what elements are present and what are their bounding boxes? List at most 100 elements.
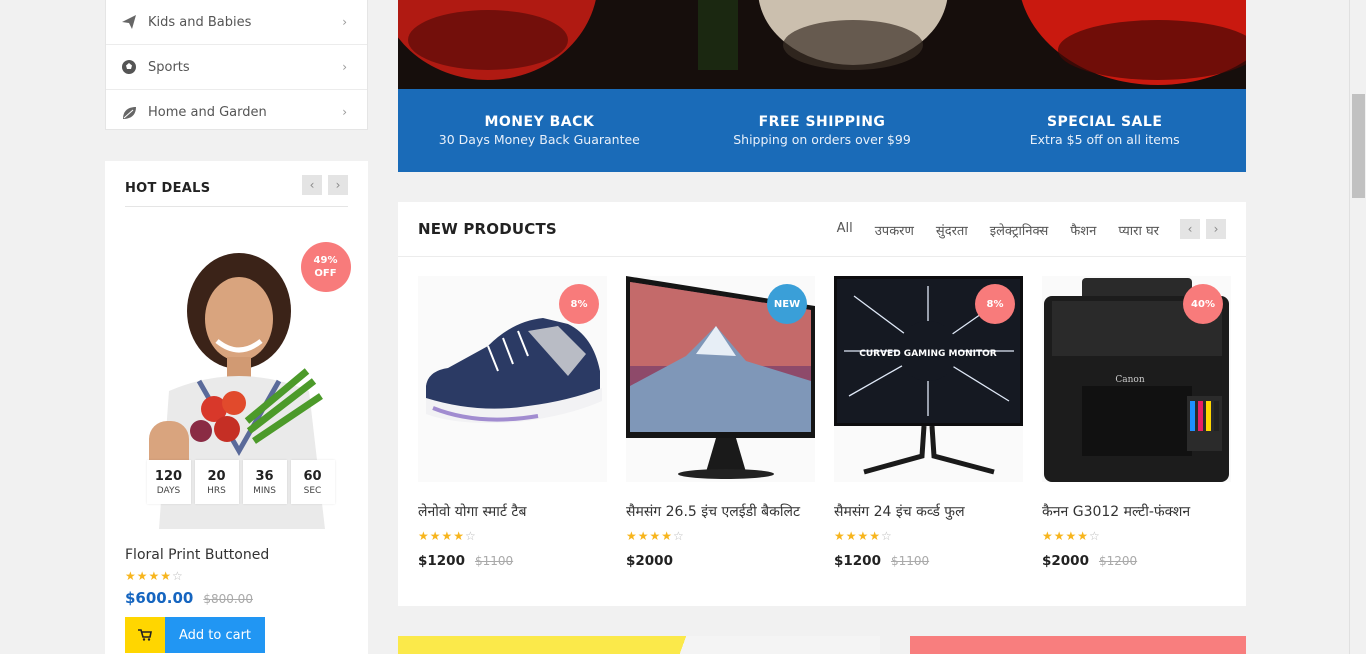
feature-special-sale: SPECIAL SALE Extra $5 off on all items <box>963 89 1246 172</box>
category-label: Kids and Babies <box>148 14 252 30</box>
soccer-ball-icon <box>120 58 138 76</box>
current-price: $600.00 <box>125 589 194 607</box>
countdown-value: 120 <box>154 468 183 484</box>
hero-banner-image[interactable] <box>398 0 1246 89</box>
category-item-sports[interactable]: Sports › <box>106 45 367 90</box>
feature-title: FREE SHIPPING <box>758 114 886 130</box>
hot-deals-nav: ‹ › <box>302 175 348 195</box>
current-price: $2000 <box>626 553 673 569</box>
next-arrow-icon[interactable]: › <box>328 175 348 195</box>
product-price: $2000 $1200 <box>1042 553 1231 569</box>
feature-title: SPECIAL SALE <box>1046 114 1163 130</box>
prev-arrow-icon[interactable]: ‹ <box>1180 219 1200 239</box>
features-bar: MONEY BACK 30 Days Money Back Guarantee … <box>398 89 1246 172</box>
next-arrow-icon[interactable]: › <box>1206 219 1226 239</box>
feature-subtitle: 30 Days Money Back Guarantee <box>438 132 640 147</box>
rating-stars: ★★★★☆ <box>125 569 184 583</box>
rating-stars: ★★★★☆ <box>834 529 893 543</box>
page-scrollbar[interactable] <box>1349 0 1366 654</box>
rating-stars: ★★★★☆ <box>626 529 685 543</box>
tab-fashion[interactable]: फैशन <box>1070 221 1096 239</box>
chevron-right-icon: › <box>342 60 347 74</box>
feature-money-back: MONEY BACK 30 Days Money Back Guarantee <box>398 89 681 172</box>
monitor-screen-text: CURVED GAMING MONITOR <box>859 349 997 359</box>
countdown-unit: SEC <box>303 485 322 496</box>
category-label: Home and Garden <box>148 105 267 120</box>
product-grid: 8% लेनोवो योगा स्मार्ट टैब ★★★★☆ $1200 $… <box>398 257 1246 569</box>
hot-deals-title: HOT DEALS <box>125 181 211 196</box>
scrollbar-thumb[interactable] <box>1352 94 1365 198</box>
product-card: NEW सैमसंग 26.5 इंच एलईडी बैकलिट ★★★★☆ $… <box>626 276 815 569</box>
chevron-right-icon: › <box>342 15 347 29</box>
prev-arrow-icon[interactable]: ‹ <box>302 175 322 195</box>
old-price: $1200 <box>1098 554 1138 568</box>
current-price: $1200 <box>834 553 881 569</box>
hot-deal-image[interactable]: 49% OFF 120 DAYS 20 HRS 36 MINS 60 SEC <box>128 231 351 529</box>
feature-free-shipping: FREE SHIPPING Shipping on orders over $9… <box>681 89 964 172</box>
promo-banner-left[interactable] <box>398 636 880 654</box>
add-to-cart-button[interactable]: Add to cart <box>165 617 265 653</box>
vegetables-image <box>398 0 1246 89</box>
countdown-minutes: 36 MINS <box>242 460 287 504</box>
product-badge: 40% <box>1183 284 1223 324</box>
countdown-value: 60 <box>303 468 322 484</box>
category-menu: Kids and Babies › Sports › Home and Gard… <box>105 0 368 130</box>
product-name[interactable]: सैमसंग 24 इंच कर्व्ड फुल <box>834 502 1023 521</box>
product-name[interactable]: लेनोवो योगा स्मार्ट टैब <box>418 502 607 521</box>
product-price: $2000 <box>626 553 815 569</box>
old-price: $1100 <box>474 554 514 568</box>
hot-deal-price: $600.00 $800.00 <box>125 589 348 607</box>
tab-electronics[interactable]: इलेक्ट्रानिक्स <box>990 221 1049 239</box>
product-image[interactable]: NEW <box>626 276 815 482</box>
feature-subtitle: Extra $5 off on all items <box>1029 132 1180 147</box>
category-label: Sports <box>148 59 190 75</box>
category-item-kids-and-babies[interactable]: Kids and Babies › <box>106 0 367 45</box>
hot-deals-header: HOT DEALS ‹ › <box>125 161 348 207</box>
product-price: $1200 $1100 <box>834 553 1023 569</box>
promo-banner-right[interactable] <box>910 636 1246 654</box>
new-products-nav: ‹ › <box>1180 219 1226 239</box>
hot-deals-panel: HOT DEALS ‹ › 49% OFF 120 DAYS 20 HRS 36… <box>105 161 368 654</box>
countdown-unit: DAYS <box>156 485 181 496</box>
tab-beauty[interactable]: सुंदरता <box>936 221 968 239</box>
countdown-seconds: 60 SEC <box>290 460 335 504</box>
product-name[interactable]: कैनन G3012 मल्टी-फंक्शन <box>1042 502 1231 521</box>
chevron-right-icon: › <box>342 105 347 119</box>
countdown-timer: 120 DAYS 20 HRS 36 MINS 60 SEC <box>146 460 335 504</box>
product-name[interactable]: सैमसंग 26.5 इंच एलईडी बैकलिट <box>626 502 815 521</box>
product-image[interactable]: Canon 40% <box>1042 276 1231 482</box>
shopping-cart-icon[interactable] <box>125 617 165 653</box>
rating-stars: ★★★★☆ <box>1042 529 1101 543</box>
product-image[interactable]: CURVED GAMING MONITOR 8% <box>834 276 1023 482</box>
product-badge: 8% <box>559 284 599 324</box>
tab-appliances[interactable]: उपकरण <box>875 221 914 239</box>
product-card: CURVED GAMING MONITOR 8% सैमसंग 24 इंच क… <box>834 276 1023 569</box>
hot-deal-product-name[interactable]: Floral Print Buttoned <box>125 547 348 563</box>
product-badge: 8% <box>975 284 1015 324</box>
current-price: $2000 <box>1042 553 1089 569</box>
product-price: $1200 $1100 <box>418 553 607 569</box>
add-to-cart-group: Add to cart <box>125 617 348 653</box>
product-card: Canon 40% कैनन G3012 मल्टी-फंक्शन ★★★★☆ … <box>1042 276 1231 569</box>
countdown-hours: 20 HRS <box>194 460 239 504</box>
product-badge: NEW <box>767 284 807 324</box>
product-image[interactable]: 8% <box>418 276 607 482</box>
tab-all[interactable]: All <box>837 221 853 239</box>
new-products-title: NEW PRODUCTS <box>418 220 557 238</box>
old-price: $1100 <box>890 554 930 568</box>
new-products-header: NEW PRODUCTS All उपकरण सुंदरता इलेक्ट्रा… <box>398 202 1246 257</box>
feature-title: MONEY BACK <box>484 114 595 130</box>
discount-badge: 49% OFF <box>300 242 351 292</box>
countdown-value: 20 <box>207 468 226 484</box>
countdown-unit: HRS <box>207 485 226 496</box>
discount-off-label: OFF <box>314 268 337 279</box>
leaf-icon <box>120 104 138 122</box>
feature-subtitle: Shipping on orders over $99 <box>733 132 911 147</box>
tab-sweet-home[interactable]: प्यारा घर <box>1118 221 1159 239</box>
printer-brand-text: Canon <box>1115 375 1144 385</box>
current-price: $1200 <box>418 553 465 569</box>
countdown-days: 120 DAYS <box>146 460 191 504</box>
rating-stars: ★★★★☆ <box>418 529 477 543</box>
discount-percent: 49% <box>313 255 338 266</box>
category-item-home-and-garden[interactable]: Home and Garden › <box>106 90 367 135</box>
